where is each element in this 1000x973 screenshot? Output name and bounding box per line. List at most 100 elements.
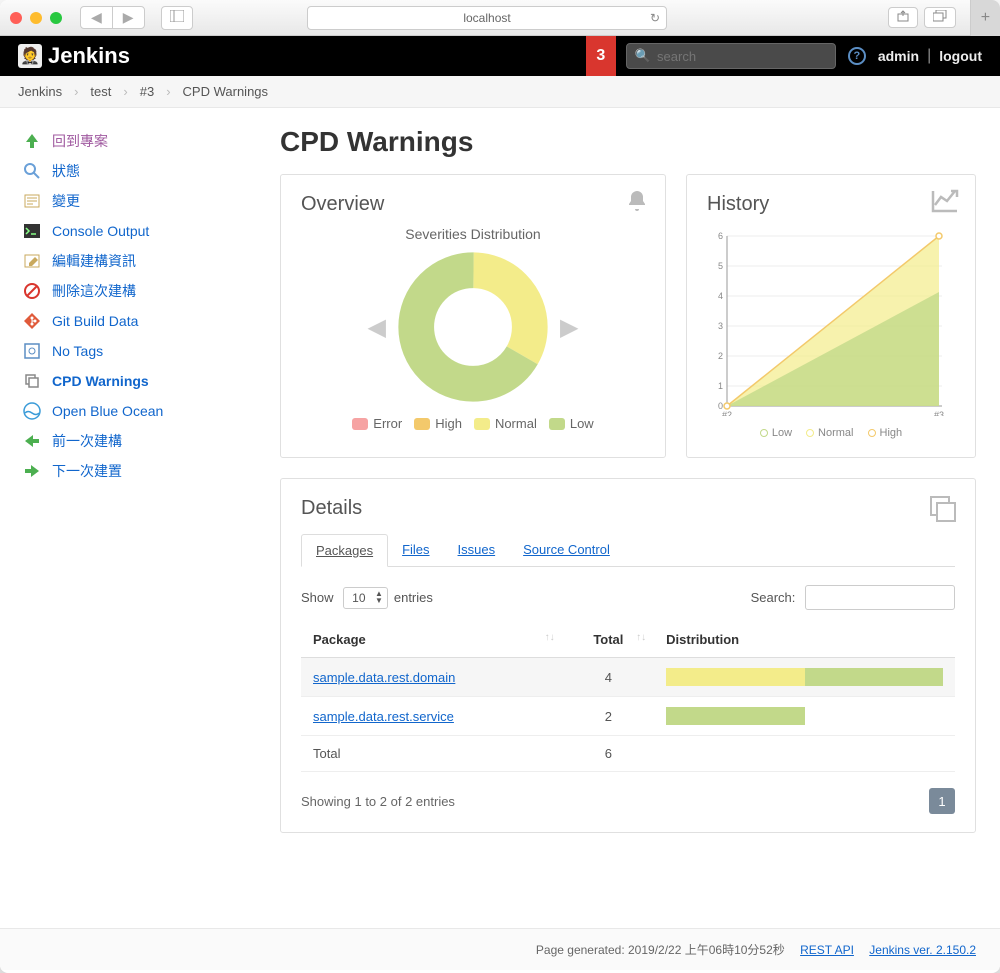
sidebar-item-10[interactable]: 前一次建構 (18, 426, 260, 456)
svg-text:#2: #2 (722, 410, 732, 416)
legend-item: Low (760, 427, 792, 439)
package-link[interactable]: sample.data.rest.service (313, 709, 454, 724)
jenkins-brand: Jenkins (48, 43, 130, 69)
tab-source-control[interactable]: Source Control (509, 534, 624, 566)
history-chart: 012 3456 #2#3 (707, 226, 947, 416)
tabs-button[interactable] (924, 7, 956, 28)
breadcrumb-item[interactable]: CPD Warnings (183, 84, 268, 99)
sidebar-item-label: 下一次建置 (52, 461, 122, 481)
help-icon[interactable]: ? (848, 47, 866, 65)
arrow-left-icon (22, 431, 42, 451)
search-input[interactable] (657, 49, 833, 64)
details-panel: Details PackagesFilesIssuesSource Contro… (280, 478, 976, 833)
donut-title: Severities Distribution (301, 226, 645, 242)
sidebar: 回到專案狀態變更 Console Output編輯建構資訊刪除這次建構 Git Bu… (0, 108, 270, 928)
minimize-window-button[interactable] (30, 12, 42, 24)
legend-item: High (868, 427, 903, 439)
marker (760, 429, 768, 437)
svg-text:1: 1 (718, 381, 723, 391)
package-link[interactable]: sample.data.rest.domain (313, 670, 455, 685)
page-size-select[interactable]: 10 ▲▼ (343, 587, 388, 609)
reload-icon[interactable]: ↻ (650, 11, 660, 25)
legend-item: Error (352, 416, 402, 431)
sidebar-item-label: 變更 (52, 191, 80, 211)
sidebar-item-11[interactable]: 下一次建置 (18, 456, 260, 486)
panels-row: Overview Severities Distribution ◀ ▶ Err… (280, 174, 976, 458)
table-search-input[interactable] (805, 585, 955, 610)
table-controls: Show 10 ▲▼ entries Search: (301, 585, 955, 610)
sidebar-item-1[interactable]: 狀態 (18, 156, 260, 186)
magnify-icon (22, 161, 42, 181)
sidebar-item-4[interactable]: 編輯建構資訊 (18, 246, 260, 276)
col-distribution[interactable]: Distribution (654, 622, 955, 658)
table-footer: Showing 1 to 2 of 2 entries 1 (301, 788, 955, 814)
admin-link[interactable]: admin (878, 48, 919, 64)
breadcrumb-item[interactable]: Jenkins (18, 84, 62, 99)
rest-api-link[interactable]: REST API (800, 943, 854, 957)
breadcrumb-item[interactable]: test (90, 84, 111, 99)
url-bar[interactable]: localhost ↻ (307, 6, 667, 30)
jenkins-logo[interactable]: 🤵 Jenkins (18, 43, 130, 69)
svg-text:5: 5 (718, 261, 723, 271)
logout-link[interactable]: logout (939, 48, 982, 64)
notification-badge[interactable]: 3 (586, 36, 616, 76)
tab-issues[interactable]: Issues (444, 534, 510, 566)
table-search: Search: (751, 585, 955, 610)
page-title: CPD Warnings (280, 126, 976, 158)
swatch (474, 418, 490, 430)
ocean-icon (22, 401, 42, 421)
nav-forward-button[interactable]: ▶ (113, 7, 144, 28)
traffic-lights (10, 12, 62, 24)
chart-prev-button[interactable]: ◀ (368, 313, 386, 342)
tab-packages[interactable]: Packages (301, 534, 388, 567)
svg-text:6: 6 (718, 231, 723, 241)
sidebar-item-9[interactable]: Open Blue Ocean (18, 396, 260, 426)
nav-back-forward: ◀ ▶ (80, 6, 145, 29)
browser-window: ◀ ▶ localhost ↻ + 🤵 Jenkins 3 🔍 (0, 0, 1000, 973)
table-total-row: Total 6 (301, 736, 955, 772)
history-panel: History 012 3456 (686, 174, 976, 458)
global-search[interactable]: 🔍 (626, 43, 836, 69)
swatch (414, 418, 430, 430)
sidebar-item-2[interactable]: 變更 (18, 186, 260, 216)
jenkins-icon: 🤵 (18, 44, 42, 68)
sidebar-item-label: CPD Warnings (52, 373, 149, 389)
page-footer: Page generated: 2019/2/22 上午06時10分52秒 RE… (0, 928, 1000, 970)
nav-back-button[interactable]: ◀ (81, 7, 113, 28)
sidebar-toggle-button[interactable] (161, 6, 193, 30)
breadcrumb: Jenkins› test› #3› CPD Warnings (0, 76, 1000, 108)
new-tab-button[interactable]: + (970, 0, 1000, 36)
col-package[interactable]: Package↑↓ (301, 622, 563, 658)
sidebar-item-7[interactable]: No Tags (18, 336, 260, 366)
terminal-icon (22, 221, 42, 241)
page-1-button[interactable]: 1 (929, 788, 955, 814)
sidebar-item-label: Git Build Data (52, 313, 138, 329)
legend-item: Low (549, 416, 594, 431)
marker (806, 429, 814, 437)
chart-next-button[interactable]: ▶ (560, 313, 578, 342)
copy-icon[interactable] (927, 493, 959, 530)
breadcrumb-item[interactable]: #3 (140, 84, 154, 99)
sidebar-item-6[interactable]: Git Build Data (18, 306, 260, 336)
sidebar-item-label: No Tags (52, 343, 103, 359)
titlebar-right (888, 7, 956, 28)
sidebar-item-8[interactable]: CPD Warnings (18, 366, 260, 396)
jenkins-version-link[interactable]: Jenkins ver. 2.150.2 (869, 943, 976, 957)
mac-titlebar: ◀ ▶ localhost ↻ + (0, 0, 1000, 36)
maximize-window-button[interactable] (50, 12, 62, 24)
close-window-button[interactable] (10, 12, 22, 24)
share-button[interactable] (888, 7, 918, 28)
edit2-icon (22, 251, 42, 271)
tab-files[interactable]: Files (388, 534, 443, 566)
distribution-bar (666, 707, 943, 725)
forbid-icon (22, 281, 42, 301)
table-row: sample.data.rest.domain 4 (301, 658, 955, 697)
sidebar-item-3[interactable]: Console Output (18, 216, 260, 246)
tag-icon (22, 341, 42, 361)
donut-chart-wrap: ◀ ▶ (301, 252, 645, 402)
sidebar-item-0[interactable]: 回到專案 (18, 126, 260, 156)
bell-icon[interactable] (625, 189, 649, 218)
col-total[interactable]: Total↑↓ (563, 622, 655, 658)
sidebar-item-5[interactable]: 刪除這次建構 (18, 276, 260, 306)
chart-icon[interactable] (931, 189, 959, 218)
